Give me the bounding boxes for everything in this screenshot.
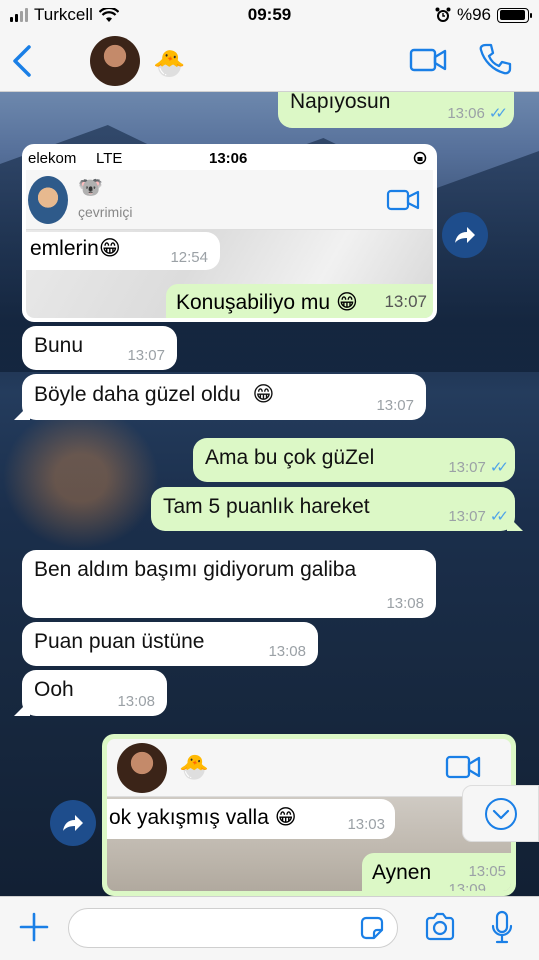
shot-message-out-text: Aynen xyxy=(372,861,432,884)
shot-contact-emoji: 🐣 xyxy=(179,754,209,781)
shot-message-out-time: 13:07 xyxy=(384,292,427,311)
shot-presence: çevrimiçi xyxy=(78,204,133,220)
image-message-screenshot[interactable]: 🐣 ok yakışmış valla 😁 13:03 Aynen 13:05 … xyxy=(102,734,516,896)
shot-message-out: Aynen 13:05 13:09 xyxy=(362,853,511,891)
plus-icon[interactable] xyxy=(18,911,50,943)
chevron-down-circle-icon xyxy=(484,797,517,830)
message-bubble-in[interactable]: Ben aldım başımı gidiyorum galiba 13:08 xyxy=(22,550,436,618)
image-message-screenshot[interactable]: elekom LTE 13:06 🐨 çevrimiçi emlerin😁 12… xyxy=(22,144,437,322)
shot-message-in-emoji: 😁 xyxy=(98,237,121,260)
message-bubble-out[interactable]: Ama bu çok güZel 13:07 ✓✓ xyxy=(193,438,515,482)
back-chevron-icon[interactable] xyxy=(10,44,34,78)
rotation-lock-icon xyxy=(413,151,427,165)
shot-status-bar: elekom LTE 13:06 xyxy=(26,148,433,170)
shot-chat-area: emlerin😁 12:54 Konuşabiliyo mu 😁 13:07 xyxy=(26,230,433,318)
shot-message-out-time: 13:05 xyxy=(468,863,506,880)
battery-icon xyxy=(497,7,532,23)
shot-message-in-text: emlerin xyxy=(30,237,99,260)
read-ticks-icon: ✓✓ xyxy=(488,105,508,122)
shot-message-in: ok yakışmış valla 😁 13:03 xyxy=(107,799,395,839)
screenshot-content: elekom LTE 13:06 🐨 çevrimiçi emlerin😁 12… xyxy=(26,148,433,318)
message-emoji: 😁 xyxy=(252,383,275,406)
message-text: Bunu xyxy=(34,334,84,357)
shot-header: 🐨 çevrimiçi xyxy=(26,170,433,230)
shot-message-out: Konuşabiliyo mu 😁 13:07 xyxy=(166,284,433,318)
shot-message-out-emoji: 😁 xyxy=(335,291,358,314)
contact-name-emoji[interactable]: 🐣 xyxy=(153,48,185,79)
shot-message-out-text: Konuşabiliyo mu xyxy=(176,291,331,314)
shot-message-out-time-2: 13:09 xyxy=(448,881,486,891)
sticker-icon[interactable] xyxy=(358,914,386,942)
message-text: Napıyosun xyxy=(290,90,391,113)
forward-button[interactable] xyxy=(442,212,488,258)
shot-message-in-time: 13:03 xyxy=(347,816,385,833)
shot-avatar xyxy=(117,743,167,793)
battery-percent: %96 xyxy=(456,5,491,24)
shot-network: LTE xyxy=(96,150,123,167)
message-bubble-in[interactable]: Ooh 13:08 xyxy=(14,670,167,716)
forward-arrow-icon xyxy=(455,227,475,243)
message-time: 13:08 xyxy=(268,643,306,660)
read-ticks-icon: ✓✓ xyxy=(489,508,509,525)
phone-icon[interactable] xyxy=(478,42,512,76)
contact-avatar[interactable] xyxy=(90,36,140,86)
shot-video-icon xyxy=(386,189,420,211)
message-time: 13:08 xyxy=(386,595,424,612)
message-text: Ama bu çok güZel xyxy=(205,446,375,469)
chat-header: 🐣 xyxy=(0,30,539,92)
message-time: 13:08 xyxy=(117,693,155,710)
message-time: 13:07 xyxy=(376,397,414,414)
message-bubble-out[interactable]: Tam 5 puanlık hareket 13:07 ✓✓ xyxy=(151,487,523,531)
message-time: 13:07 ✓✓ xyxy=(448,459,509,476)
scroll-to-bottom-button[interactable] xyxy=(462,785,539,842)
message-text: Puan puan üstüne xyxy=(34,630,205,653)
video-camera-icon[interactable] xyxy=(409,47,447,73)
message-time: 13:07 xyxy=(127,347,165,364)
microphone-icon[interactable] xyxy=(490,910,514,946)
message-text: Böyle daha güzel oldu xyxy=(34,383,241,406)
shot-carrier: elekom xyxy=(28,150,77,167)
message-bubble-in[interactable]: Böyle daha güzel oldu 😁 13:07 xyxy=(14,374,426,420)
shot-message-in-time: 12:54 xyxy=(170,249,208,266)
shot-message-in: emlerin😁 12:54 xyxy=(26,232,220,270)
status-bar: Turkcell 09:59 %96 xyxy=(0,0,539,30)
alarm-icon xyxy=(435,7,451,22)
message-time: 13:07 ✓✓ xyxy=(448,508,509,525)
read-ticks-icon: ✓✓ xyxy=(489,459,509,476)
message-bubble-in[interactable]: Bunu 13:07 xyxy=(22,326,177,370)
screenshot-content: 🐣 ok yakışmış valla 😁 13:03 Aynen 13:05 … xyxy=(107,739,511,891)
message-input[interactable] xyxy=(68,908,398,948)
shot-header: 🐣 xyxy=(107,739,511,797)
shot-message-in-emoji: 😁 xyxy=(274,806,297,829)
shot-time: 13:06 xyxy=(209,150,248,167)
shot-video-icon xyxy=(445,755,481,779)
message-bubble-in[interactable]: Puan puan üstüne 13:08 xyxy=(22,622,318,666)
forward-arrow-icon xyxy=(63,815,83,831)
message-text: Ben aldım başımı gidiyorum galiba xyxy=(34,558,357,581)
message-text: Tam 5 puanlık hareket xyxy=(163,495,370,518)
shot-avatar xyxy=(28,176,68,224)
status-right: %96 xyxy=(435,5,532,25)
shot-chat-area: ok yakışmış valla 😁 13:03 Aynen 13:05 13… xyxy=(107,797,511,891)
shot-message-in-text: ok yakışmış valla xyxy=(109,806,269,829)
message-input-bar xyxy=(0,896,539,960)
camera-icon[interactable] xyxy=(424,912,456,942)
forward-button[interactable] xyxy=(50,800,96,846)
message-time: 13:06 ✓✓ xyxy=(447,105,508,122)
message-text: Ooh xyxy=(34,678,74,701)
shot-contact-emoji: 🐨 xyxy=(78,177,103,199)
